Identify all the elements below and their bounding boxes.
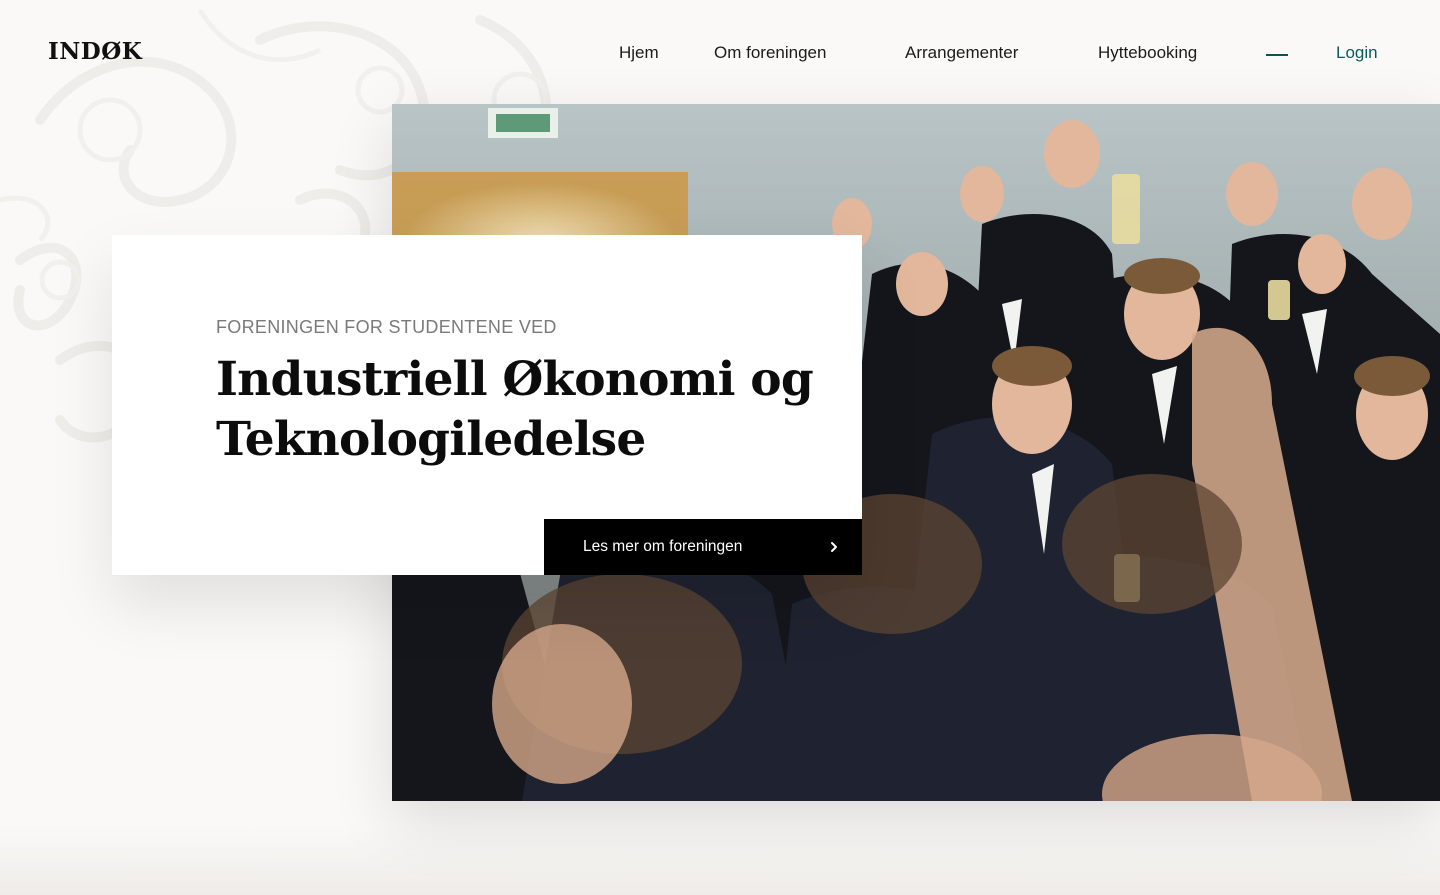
page: INDØK Hjem Om foreningen Arrangementer H… xyxy=(0,0,1440,895)
read-more-label: Les mer om foreningen xyxy=(583,538,743,555)
login-link[interactable]: Login xyxy=(1336,42,1378,64)
read-more-button[interactable]: Les mer om foreningen xyxy=(544,519,862,575)
nav-item-hyttebooking[interactable]: Hyttebooking xyxy=(1098,42,1197,64)
hero-title-line-1: Industriell Økonomi og xyxy=(216,352,814,407)
hero-title: Industriell Økonomi og Teknologiledelse xyxy=(216,350,816,470)
nav-item-arrangementer[interactable]: Arrangementer xyxy=(905,42,1018,64)
main-nav: Hjem Om foreningen Arrangementer Hyttebo… xyxy=(0,42,1440,66)
bottom-fade xyxy=(0,825,1440,895)
hero-title-line-2: Teknologiledelse xyxy=(216,412,646,467)
chevron-right-icon xyxy=(831,542,837,552)
nav-divider xyxy=(1266,54,1288,56)
hero-kicker: FORENINGEN FOR STUDENTENE VED xyxy=(216,317,557,337)
nav-item-hjem[interactable]: Hjem xyxy=(619,42,659,64)
nav-item-om-foreningen[interactable]: Om foreningen xyxy=(714,42,826,64)
hero-card: FORENINGEN FOR STUDENTENE VED Industriel… xyxy=(112,235,862,575)
